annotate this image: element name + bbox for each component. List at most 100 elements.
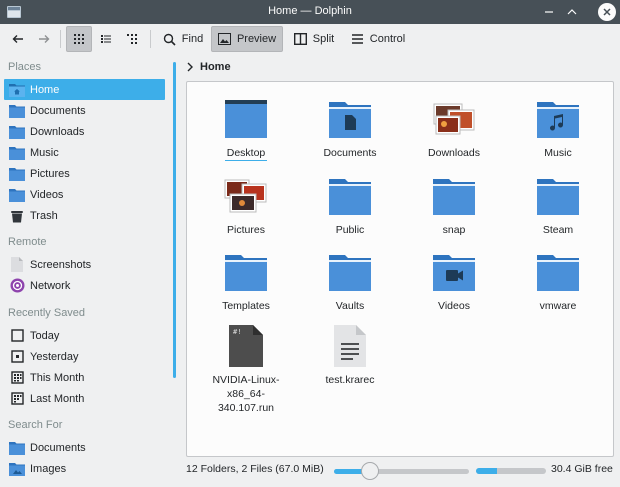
sidebar-item-downloads[interactable]: Downloads [4,121,165,142]
sidebar-item-yesterday[interactable]: Yesterday [4,346,165,367]
zoom-slider-handle[interactable] [361,462,379,480]
file-item-steam[interactable]: Steam [506,174,610,237]
file-item-videos[interactable]: Videos [402,250,506,313]
sidebar-item-last-month[interactable]: Last Month [4,388,165,409]
file-view[interactable]: Desktop Documents Downloads Music Pictur… [186,81,614,457]
sidebar-item-search-documents[interactable]: Documents [4,437,165,458]
sidebar-item-label: Home [30,83,60,96]
control-label: Control [369,33,406,45]
close-button[interactable] [597,2,617,22]
control-menu-button[interactable]: Control [347,26,409,52]
sidebar-item-label: Last Month [30,392,85,405]
file-item-nvidia-run[interactable]: #! NVIDIA-Linux-x86_64-340.107.run [194,324,298,415]
preview-button[interactable]: Preview [211,26,283,52]
sidebar-item-label: This Month [30,371,85,384]
sidebar-item-this-month[interactable]: This Month [4,367,165,388]
file-item-vmware[interactable]: vmware [506,250,610,313]
find-label: Find [181,33,204,45]
recently-saved-section-header: Recently Saved [8,307,86,319]
sidebar-item-trash[interactable]: Trash [4,205,165,226]
list-view-icon [101,35,111,43]
breadcrumb-home[interactable]: Home [200,61,231,73]
compact-view-button[interactable] [94,26,118,52]
sidebar-item-documents[interactable]: Documents [4,100,165,121]
sidebar-item-today[interactable]: Today [4,325,165,346]
file-name: NVIDIA-Linux-x86_64-340.107.run [212,374,280,414]
file-name: Downloads [428,147,480,159]
sidebar-item-music[interactable]: Music [4,142,165,163]
minimize-button[interactable] [539,2,559,22]
folder-icon [9,187,25,203]
folder-icon [9,124,25,140]
places-section-header: Places [8,61,42,73]
icons-view-button[interactable] [66,26,92,52]
file-name: Music [544,147,572,159]
sidebar-item-label: Network [30,279,71,292]
file-item-downloads[interactable]: Downloads [402,97,506,160]
trash-icon [9,208,25,224]
document-icon [9,257,25,273]
sidebar-item-search-images[interactable]: Images [4,458,165,479]
file-item-desktop[interactable]: Desktop [194,97,298,161]
search-for-section-header: Search For [8,419,63,431]
arrow-right-icon [39,35,50,43]
sidebar-item-pictures[interactable]: Pictures [4,163,165,184]
script-file-icon: #! [224,324,268,368]
back-button[interactable] [6,26,30,52]
folder-icon [432,174,476,218]
file-item-snap[interactable]: snap [402,174,506,237]
desktop-folder-icon [224,97,268,141]
sidebar-item-label: Pictures [30,167,70,180]
sidebar-item-label: Downloads [30,125,85,138]
free-space-label[interactable]: 30.4 GiB free [551,463,613,475]
folder-icon [9,440,25,456]
maximize-button[interactable] [562,2,582,22]
file-item-documents[interactable]: Documents [298,97,402,160]
title-bar[interactable]: Home — Dolphin [0,0,620,24]
search-icon [163,33,176,46]
sidebar-item-videos[interactable]: Videos [4,184,165,205]
disk-space-bar[interactable] [476,468,546,474]
split-button[interactable]: Split [289,26,339,52]
folder-icon [536,174,580,218]
file-item-templates[interactable]: Templates [194,250,298,313]
sidebar-item-label: Trash [30,209,58,222]
details-view-button[interactable] [120,26,144,52]
tree-view-icon [127,34,137,44]
grid-view-icon [74,34,84,44]
sidebar-item-label: Screenshots [30,258,92,271]
sidebar-item-label: Videos [30,188,64,201]
forward-button[interactable] [32,26,56,52]
file-name: Videos [438,300,470,312]
sidebar-item-screenshots[interactable]: Screenshots [4,254,165,275]
folder-icon [328,174,372,218]
folder-icon [9,103,25,119]
file-name: Pictures [227,224,265,236]
breadcrumb[interactable]: Home [186,58,231,76]
find-button[interactable]: Find [158,26,208,52]
calendar-yesterday-icon [9,349,25,365]
sidebar-item-label: Images [30,462,67,475]
documents-folder-icon [328,97,372,141]
folder-icon [9,166,25,182]
sidebar-item-network[interactable]: Network [4,275,165,296]
sidebar-splitter-handle[interactable] [173,62,176,378]
close-icon [603,8,611,16]
sidebar-item-home[interactable]: Home [4,79,165,100]
file-item-vaults[interactable]: Vaults [298,250,402,313]
file-item-music[interactable]: Music [506,97,610,160]
file-item-public[interactable]: Public [298,174,402,237]
folder-icon [536,250,580,294]
chevron-right-icon [187,62,193,72]
videos-folder-icon [432,250,476,294]
music-folder-icon [536,97,580,141]
file-item-pictures[interactable]: Pictures [194,174,298,237]
photos-preview-icon [432,97,476,141]
file-item-test-krarec[interactable]: test.krarec [298,324,402,387]
photos-preview-icon [224,174,268,218]
file-name: Vaults [335,300,365,312]
file-name: Public [335,224,365,236]
file-name: Templates [222,300,270,312]
hamburger-menu-icon [351,34,363,44]
file-name: snap [442,224,466,236]
